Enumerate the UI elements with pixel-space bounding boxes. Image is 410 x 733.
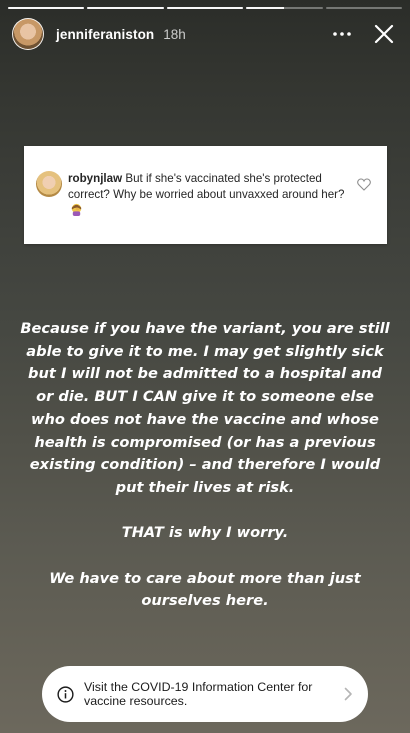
close-icon	[374, 24, 394, 44]
commenter-avatar	[36, 171, 62, 197]
story-username[interactable]: jenniferaniston	[56, 27, 154, 42]
progress-segment	[166, 7, 244, 9]
caption-paragraph-2: THAT is why I worry.	[121, 524, 289, 542]
story-caption: Because if you have the variant, you are…	[20, 318, 390, 613]
more-options-icon	[333, 32, 351, 36]
progress-segment	[325, 7, 403, 9]
story-header: jenniferaniston 18h	[12, 17, 400, 51]
reply-text: robynjlaw But if she's vaccinated she's …	[68, 171, 352, 219]
caption-paragraph-3: We have to care about more than just our…	[49, 569, 361, 610]
story-progress-bar	[8, 7, 403, 9]
close-button[interactable]	[368, 18, 400, 50]
woman-facepalming-emoji	[71, 203, 82, 216]
profile-avatar[interactable]	[12, 18, 44, 50]
story-timestamp: 18h	[163, 26, 186, 42]
covid-info-sticker[interactable]: Visit the COVID-19 Information Center fo…	[42, 666, 368, 722]
story-viewer[interactable]: jenniferaniston 18h robynjlaw But if she…	[0, 0, 410, 733]
info-icon	[57, 685, 74, 703]
chevron-right-icon	[344, 687, 352, 701]
progress-segment	[246, 7, 323, 9]
more-options-button[interactable]	[326, 18, 358, 50]
caption-paragraph-1: Because if you have the variant, you are…	[20, 320, 390, 496]
progress-segment	[8, 7, 85, 9]
heart-icon[interactable]	[357, 178, 371, 191]
covid-info-text: Visit the COVID-19 Information Center fo…	[84, 680, 313, 708]
question-reply-card[interactable]: robynjlaw But if she's vaccinated she's …	[24, 146, 387, 244]
progress-segment	[87, 7, 164, 9]
commenter-username: robynjlaw	[68, 172, 123, 185]
